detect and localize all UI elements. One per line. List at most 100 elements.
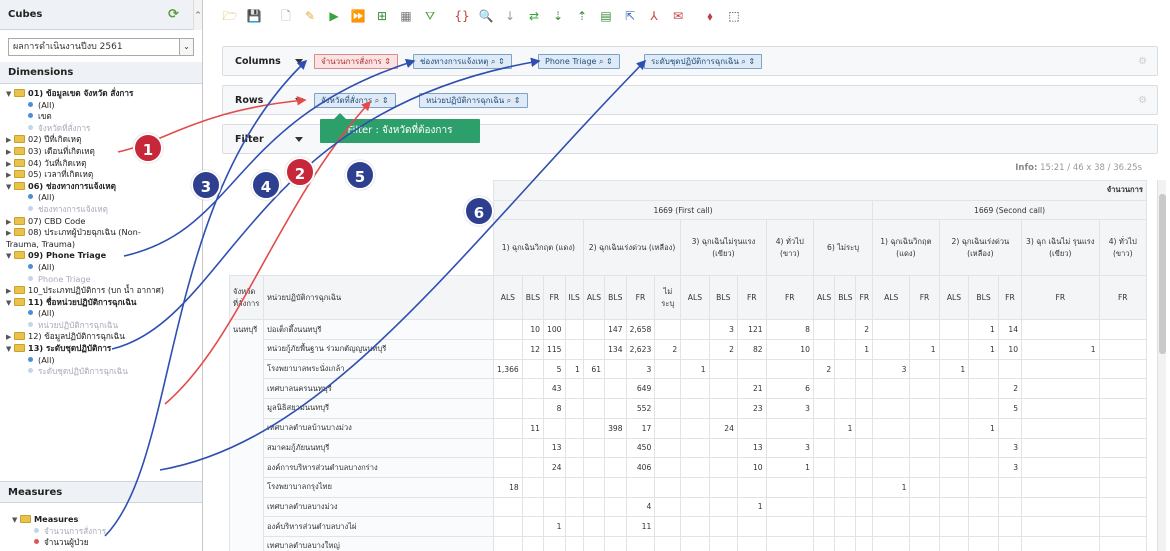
tree-folder[interactable]: ▼ 01) ข้อมูลเขต จังหวัด สั่งการ bbox=[6, 88, 202, 100]
tree-folder[interactable]: ▼ 11) ชื่อหน่วยปฏิบัติการฉุกเฉิน bbox=[6, 297, 202, 309]
table-icon[interactable]: ▦ bbox=[398, 8, 414, 24]
rows-drop-zone[interactable]: Rows จังหวัดที่สั่งการ ⌕ ⇕ หน่วยปฏิบัติก… bbox=[222, 85, 1158, 115]
tree-folder-label: 12) ข้อมูลปฏิบัติการฉุกเฉิน bbox=[28, 331, 125, 342]
unit-name-cell: มูลนิธิสยามนนทบุรี bbox=[263, 398, 494, 419]
value-cell: 398 bbox=[604, 417, 627, 439]
gear-icon[interactable]: ⚙ bbox=[1138, 56, 1147, 67]
tree-folder[interactable]: ▶ 08) ประเภทผู้ป่วยฉุกเฉิน (Non- bbox=[6, 227, 202, 239]
chevron-down-icon[interactable]: ⌄ bbox=[179, 39, 193, 55]
tree-folder[interactable]: ▶ 02) ปีที่เกิดเหตุ bbox=[6, 134, 202, 146]
tree-folder[interactable]: ▶ 03) เดือนที่เกิดเหตุ bbox=[6, 146, 202, 158]
tree-leaf[interactable]: (All) bbox=[6, 100, 202, 112]
fast-play-icon[interactable]: ⏩ bbox=[350, 8, 366, 24]
value-cell bbox=[812, 516, 836, 537]
save-icon[interactable]: 💾 bbox=[246, 8, 262, 24]
value-cell bbox=[582, 516, 606, 537]
expand-open-icon[interactable]: ▼ bbox=[6, 298, 14, 310]
tree-folder[interactable]: ▶ 10_ประเภทปฏิบัติการ (บก น้ำ อากาศ) bbox=[6, 285, 202, 297]
gear-icon[interactable]: ⚙ bbox=[1138, 95, 1147, 106]
tree-leaf[interactable]: Phone Triage bbox=[6, 274, 202, 286]
table-row: เทศบาลนครนนทบุรี 43 649 21 6 2 bbox=[230, 378, 1147, 400]
tree-folder-label: 06) ช่องทางการแจ้งเหตุ bbox=[28, 180, 116, 191]
scrollbar-thumb[interactable] bbox=[1159, 194, 1166, 354]
vertical-scrollbar[interactable] bbox=[1157, 180, 1166, 551]
tree-folder[interactable]: ▶ 07) CBD Code bbox=[6, 216, 202, 228]
tree-leaf[interactable]: ระดับชุดปฏิบัติการฉุกเฉิน bbox=[6, 366, 202, 378]
level-dot-icon bbox=[28, 101, 33, 107]
tree-folder[interactable]: ▼ 09) Phone Triage bbox=[6, 250, 202, 262]
value-cell: 1 bbox=[736, 496, 767, 518]
expand-open-icon[interactable]: ▼ bbox=[6, 182, 14, 194]
expand-open-icon[interactable]: ▼ bbox=[12, 515, 20, 527]
unit-name-cell: เทศบาลตำบลบางม่วง bbox=[263, 496, 494, 518]
tree-folder[interactable]: ▶ 12) ข้อมูลปฏิบัติการฉุกเฉิน bbox=[6, 331, 202, 343]
value-cell: 649 bbox=[625, 378, 656, 400]
refresh-icon[interactable]: ⟳ bbox=[168, 8, 182, 22]
triage-header: 2) ฉุกเฉินเร่งด่วน (เหลือง) bbox=[938, 219, 1023, 277]
columns-dropdown-icon[interactable] bbox=[295, 59, 303, 64]
value-cell: 8 bbox=[543, 398, 566, 419]
mdx-icon[interactable]: {} bbox=[454, 8, 470, 24]
tree-folder[interactable]: ▼ Measures bbox=[12, 514, 196, 526]
rows-pill[interactable]: จังหวัดที่สั่งการ ⌕ ⇕ bbox=[314, 93, 396, 108]
play-icon[interactable]: ▶ bbox=[326, 8, 342, 24]
report-icon[interactable]: ✉ bbox=[670, 8, 686, 24]
new-icon[interactable]: 🗋 bbox=[278, 8, 294, 24]
value-cell bbox=[604, 358, 627, 380]
level-header: ALS bbox=[493, 275, 523, 321]
drill-icon[interactable]: ↓ bbox=[502, 8, 518, 24]
tree-leaf[interactable]: ช่องทางการแจ้งเหตุ bbox=[6, 204, 202, 216]
value-cell bbox=[834, 398, 857, 419]
sort-asc-icon[interactable]: ⇣ bbox=[550, 8, 566, 24]
tree-leaf[interactable]: จำนวนการสั่งการ bbox=[12, 526, 196, 538]
tree-leaf[interactable]: (All) bbox=[6, 192, 202, 204]
sort-desc-icon[interactable]: ⇡ bbox=[574, 8, 590, 24]
table-row: สมาคมกู้ภัยนนทบุรี 13 450 13 3 3 bbox=[230, 437, 1147, 459]
columns-drop-zone[interactable]: Columns จำนวนการสั่งการ ⇕ ช่องทางการแจ้ง… bbox=[222, 46, 1158, 76]
folder-open-icon[interactable]: 🗁 bbox=[222, 8, 238, 24]
columns-pill[interactable]: Phone Triage ⌕ ⇕ bbox=[538, 54, 620, 69]
value-cell bbox=[521, 535, 545, 551]
tree-leaf[interactable]: (All) bbox=[6, 262, 202, 274]
chart-icon[interactable]: ▤ bbox=[598, 8, 614, 24]
value-cell bbox=[855, 417, 874, 439]
value-cell: 2 bbox=[708, 339, 738, 360]
export-icon[interactable]: ⇱ bbox=[622, 8, 638, 24]
pdf-icon[interactable]: ⅄ bbox=[646, 8, 662, 24]
expand-closed-icon[interactable]: ▶ bbox=[6, 286, 14, 298]
tree-leaf[interactable]: เขต bbox=[6, 111, 202, 123]
tag-icon[interactable]: ⬧ bbox=[702, 8, 718, 24]
expand-open-icon[interactable]: ▼ bbox=[6, 251, 14, 263]
zoom-icon[interactable]: 🔍 bbox=[478, 8, 494, 24]
expand-open-icon[interactable]: ▼ bbox=[6, 89, 14, 101]
tree-leaf[interactable]: (All) bbox=[6, 308, 202, 320]
tree-leaf[interactable]: (All) bbox=[6, 355, 202, 367]
cube-select[interactable]: ผลการดำเนินงานปีงบ 2561 ⌄ bbox=[8, 38, 194, 56]
expand-closed-icon[interactable]: ▶ bbox=[6, 147, 14, 159]
columns-pill[interactable]: จำนวนการสั่งการ ⇕ bbox=[314, 54, 398, 69]
value-cell: 23 bbox=[736, 398, 767, 419]
layout-icon[interactable]: ⊞ bbox=[374, 8, 390, 24]
tree-leaf[interactable]: หน่วยปฏิบัติการฉุกเฉิน bbox=[6, 320, 202, 332]
tree-leaf[interactable]: จังหวัดที่สั่งการ bbox=[6, 123, 202, 135]
tree-folder[interactable]: ▶ 04) วันที่เกิดเหตุ bbox=[6, 158, 202, 170]
tree-folder-label: 10_ประเภทปฏิบัติการ (บก น้ำ อากาศ) bbox=[28, 285, 165, 296]
expand-closed-icon[interactable]: ▶ bbox=[6, 228, 14, 240]
tree-folder[interactable]: ▼ 06) ช่องทางการแจ้งเหตุ bbox=[6, 181, 202, 193]
tree-leaf[interactable]: จำนวนผู้ป่วย bbox=[12, 537, 196, 549]
value-cell bbox=[521, 476, 545, 498]
filter-icon[interactable]: ⛛ bbox=[422, 8, 438, 24]
fullscreen-icon[interactable]: ⬚ bbox=[726, 8, 742, 24]
tree-folder[interactable]: ▶ 05) เวลาที่เกิดเหตุ bbox=[6, 169, 202, 181]
edit-icon[interactable]: ✎ bbox=[302, 8, 318, 24]
swap-axis-icon[interactable]: ⇄ bbox=[526, 8, 542, 24]
filter-dropdown-icon[interactable] bbox=[295, 137, 303, 142]
tree-folder[interactable]: ▼ 13) ระดับชุดปฏิบัติการ bbox=[6, 343, 202, 355]
expand-open-icon[interactable]: ▼ bbox=[6, 344, 14, 356]
left-scroll-up[interactable]: ^ bbox=[193, 0, 202, 30]
rows-dropdown-icon[interactable] bbox=[295, 98, 303, 103]
columns-pill[interactable]: ระดับชุดปฏิบัติการฉุกเฉิน ⌕ ⇕ bbox=[644, 54, 763, 69]
tree-leaf-label: จังหวัดที่สั่งการ bbox=[38, 122, 91, 133]
columns-pill[interactable]: ช่องทางการแจ้งเหตุ ⌕ ⇕ bbox=[413, 54, 512, 69]
rows-pill[interactable]: หน่วยปฏิบัติการฉุกเฉิน ⌕ ⇕ bbox=[419, 93, 528, 108]
